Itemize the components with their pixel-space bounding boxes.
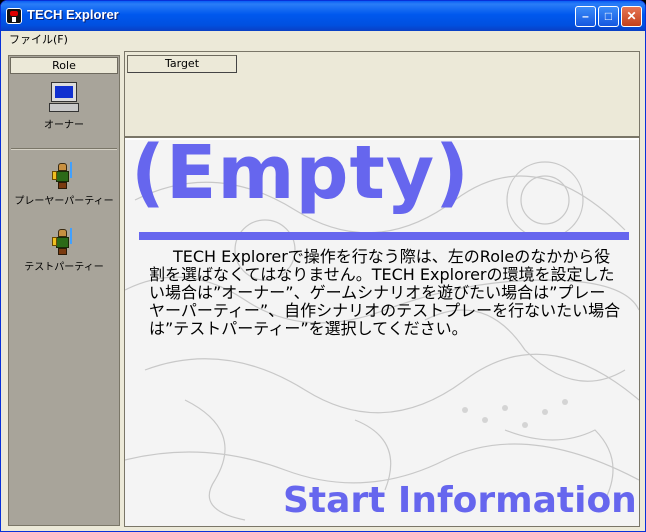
role-item-label: プレーヤーパーティー [14,196,114,207]
maximize-button[interactable]: □ [598,6,619,27]
knight-icon [52,228,76,256]
title-bar[interactable]: TECH Explorer – □ ✕ [1,1,645,31]
role-sidebar: Role オーナー プレーヤーパーティー テストパーティー [8,55,120,526]
app-icon[interactable] [6,8,22,24]
knight-icon [52,162,76,190]
role-item-label: オーナー [44,120,84,131]
target-pane: Target [125,52,639,138]
role-item-owner[interactable]: オーナー [9,80,119,131]
title-underline [139,232,629,240]
app-window: TECH Explorer – □ ✕ ファイル(F) Role オーナー プレ… [0,0,646,532]
menu-bar: ファイル(F) [4,31,642,49]
close-button[interactable]: ✕ [621,6,642,27]
minimize-button[interactable]: – [575,6,596,27]
role-item-label: テストパーティー [24,262,104,273]
main-panel: Target (Empty) TECH Explorerで操作を行なう際は、左の… [124,51,640,527]
role-item-player-party[interactable]: プレーヤーパーティー [9,162,119,207]
window-title: TECH Explorer [27,7,119,22]
computer-icon [48,80,80,114]
menu-file[interactable]: ファイル(F) [4,33,73,46]
target-header[interactable]: Target [127,55,237,73]
info-text: TECH Explorerで操作を行なう際は、左のRoleのなかから役割を選ばな… [149,247,621,338]
start-information-panel: (Empty) TECH Explorerで操作を行なう際は、左のRoleのなか… [125,140,639,526]
sidebar-divider [11,148,117,150]
role-item-test-party[interactable]: テストパーティー [9,228,119,273]
empty-title: (Empty) [131,140,470,216]
start-information-title: Start Information [283,480,637,521]
role-header[interactable]: Role [10,57,118,74]
